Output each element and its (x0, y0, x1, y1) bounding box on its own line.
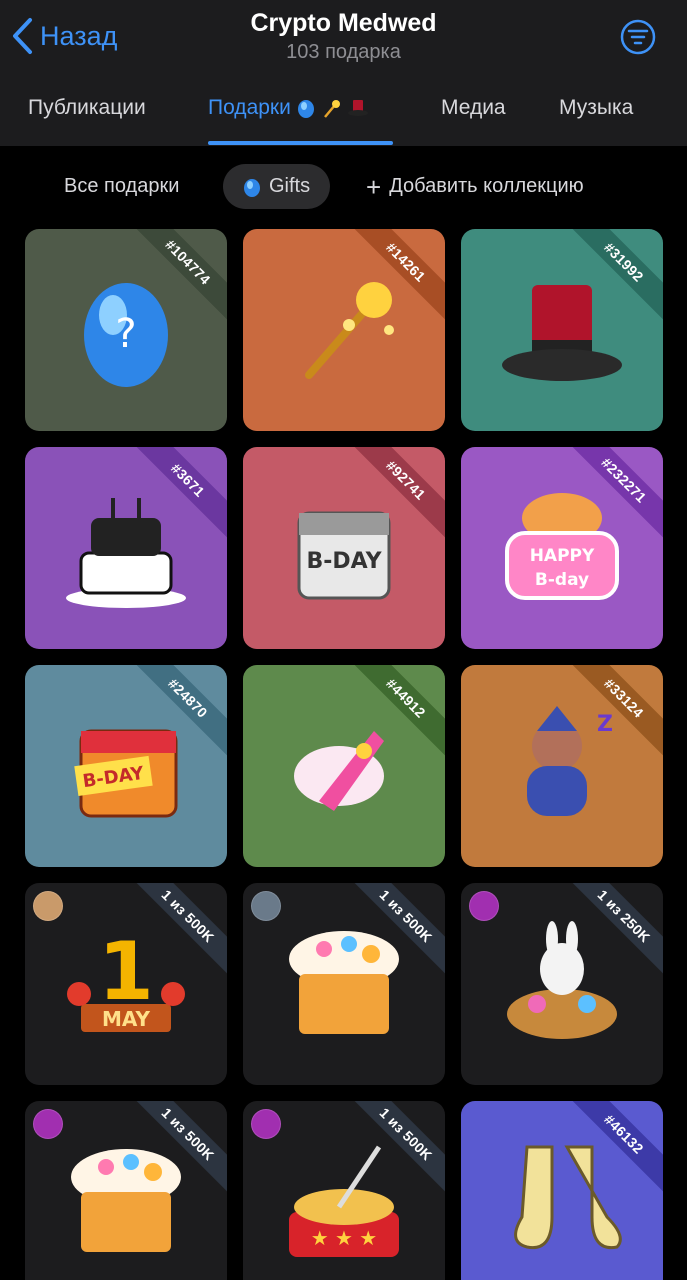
profile-title: Crypto Medwed (250, 9, 437, 37)
gift-card[interactable]: B-DAY #92741 (243, 447, 445, 649)
chip-all-gifts[interactable]: Все подарки (64, 164, 179, 209)
tab-label: Музыка (559, 96, 634, 119)
plus-icon: + (366, 171, 382, 202)
magic-wand-icon (305, 282, 394, 379)
sender-avatar (33, 891, 63, 921)
tab-label: Медиа (441, 96, 506, 119)
gift-card[interactable]: 1 MAY 1 из 500K (25, 883, 227, 1085)
gift-card[interactable]: 1 из 250K (461, 883, 663, 1085)
chip-gifts-collection[interactable]: Gifts (223, 164, 331, 209)
tab-media[interactable]: Медиа (441, 88, 506, 128)
bday-calendar-red-icon: B-DAY (74, 729, 178, 818)
svg-text:?: ? (115, 311, 136, 357)
gift-card[interactable]: HAPPY B-day #232271 (461, 447, 663, 649)
collection-filter: Все подарки Gifts + Добавить коллекцию (0, 164, 687, 209)
kulich-icon (289, 931, 399, 1034)
svg-text:B-day: B-day (535, 570, 589, 590)
birthday-cake-icon (66, 498, 186, 608)
sender-avatar (33, 1109, 63, 1139)
top-bar: Назад Crypto Medwed 103 подарка Публикац… (0, 0, 687, 146)
blue-egg-icon (297, 100, 314, 118)
sender-avatar (251, 1109, 281, 1139)
tab-publications[interactable]: Публикации (28, 88, 146, 128)
gift-card[interactable]: #44912 (243, 665, 445, 867)
gift-card[interactable]: B-DAY #24870 (25, 665, 227, 867)
filter-icon[interactable] (619, 18, 657, 56)
active-tab-indicator (208, 141, 393, 145)
profile-tabs: Публикации Подарки Медиа Музыка (0, 88, 687, 146)
sender-avatar (469, 891, 499, 921)
sleepy-monkey-icon: Z (527, 706, 613, 816)
happy-bday-cat-icon: HAPPY B-day (505, 493, 619, 600)
gift-card[interactable]: 1 из 500K (243, 883, 445, 1085)
gift-card[interactable]: ? #104774 (25, 229, 227, 431)
noodles-icon: ★ ★ ★ (289, 1145, 399, 1257)
socks-icon (514, 1145, 622, 1250)
easter-basket-icon (507, 921, 617, 1039)
gift-card[interactable]: #14261 (243, 229, 445, 431)
top-hat-icon (502, 285, 622, 381)
svg-text:MAY: MAY (102, 1007, 150, 1031)
tab-label: Подарки (208, 96, 291, 119)
tab-gifts[interactable]: Подарки (208, 88, 369, 128)
blue-egg-icon (244, 178, 260, 197)
may-1-icon: 1MAY (67, 925, 185, 1032)
magic-wand-icon (323, 100, 340, 118)
rocket-icon (294, 731, 384, 811)
chip-label: Gifts (269, 175, 311, 197)
svg-text:B-DAY: B-DAY (306, 549, 382, 574)
svg-text:Z: Z (597, 712, 613, 737)
svg-text:★ ★ ★: ★ ★ ★ (311, 1226, 378, 1250)
gift-card[interactable]: #3671 (25, 447, 227, 649)
gift-count: 103 подарка (286, 41, 401, 63)
chip-label: Все подарки (64, 175, 180, 197)
gift-card[interactable]: Z #33124 (461, 665, 663, 867)
gift-card[interactable]: #31992 (461, 229, 663, 431)
svg-text:HAPPY: HAPPY (530, 546, 595, 566)
top-hat-icon (347, 100, 368, 116)
blue-egg-icon: ? (84, 283, 168, 387)
sender-avatar (251, 891, 281, 921)
bday-calendar-silver-icon: B-DAY (297, 511, 391, 600)
chip-label: Добавить коллекцию (389, 175, 584, 197)
gift-card[interactable]: #46132 (461, 1101, 663, 1280)
tab-label: Публикации (28, 96, 146, 119)
kulich-2-icon (71, 1149, 181, 1252)
add-collection-button[interactable]: + Добавить коллекцию (366, 164, 584, 209)
gift-card[interactable]: ★ ★ ★ 1 из 500K (243, 1101, 445, 1280)
tab-music[interactable]: Музыка (559, 88, 633, 128)
gift-card[interactable]: 1 из 500K (25, 1101, 227, 1280)
